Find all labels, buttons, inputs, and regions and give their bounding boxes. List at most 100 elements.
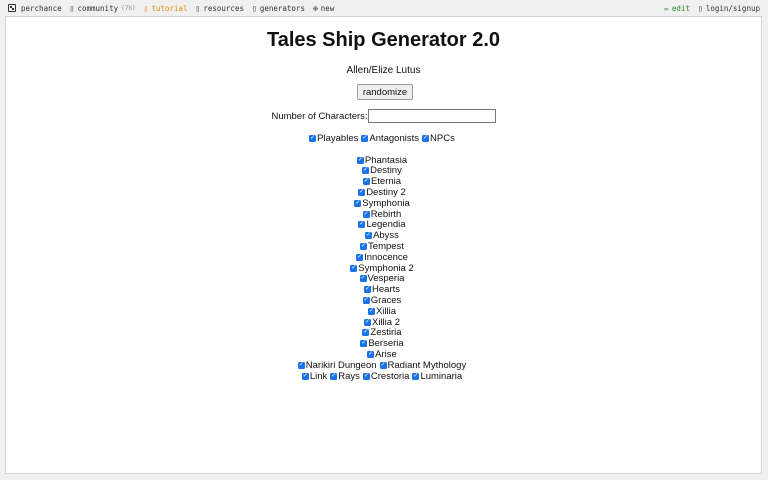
checkbox-berseria[interactable]: ✓ [360, 340, 368, 348]
checkbox-label: Link [309, 370, 328, 382]
checkbox-graces[interactable]: ✓ [362, 296, 370, 304]
game-option-crestoria[interactable]: ✓ Crestoria [362, 371, 413, 382]
game-option-luminaria[interactable]: ✓ Luminaria [412, 371, 465, 382]
checkbox-abyss[interactable]: ✓ [365, 232, 373, 240]
generator-panel: Tales Ship Generator 2.0 Allen/Elize Lut… [5, 16, 762, 474]
game-option-xillia[interactable]: ✓ Xillia [367, 305, 399, 317]
character-count-row: Number of Characters: [6, 109, 761, 123]
game-option-hearts[interactable]: ✓ Hearts [364, 284, 403, 295]
checkbox-label: Arise [375, 348, 397, 360]
game-option-vesperia[interactable]: ✓ Vesperia [359, 273, 408, 285]
game-option-legendia[interactable]: ✓ Legendia [358, 219, 408, 230]
checkbox-label: Symphonia [362, 197, 410, 209]
new-link[interactable]: ⊕ new [313, 4, 334, 13]
game-option-narikiri-dungeon[interactable]: ✓ Narikiri Dungeon [297, 359, 380, 371]
edit-link[interactable]: ✏ edit [664, 4, 690, 13]
checkbox-link[interactable]: ✓ [301, 372, 309, 380]
game-option-eternia[interactable]: ✓ Eternia [362, 176, 404, 188]
game-option-radiant-mythology[interactable]: ✓ Radiant Mythology [379, 360, 470, 371]
checkbox-xillia[interactable]: ✓ [367, 307, 375, 315]
game-option-destiny-2[interactable]: ✓ Destiny 2 [358, 187, 409, 198]
checkbox-arise[interactable]: ✓ [367, 350, 375, 358]
category-option-playables[interactable]: ✓ Playables [309, 133, 361, 144]
checkbox-zestiria[interactable]: ✓ [362, 329, 370, 337]
checkbox-symphonia[interactable]: ✓ [354, 199, 362, 207]
game-filter-row: ✓ Legendia [6, 219, 761, 230]
character-count-input[interactable] [367, 109, 496, 123]
game-filter-row: ✓ Abyss [6, 230, 761, 241]
category-option-npcs[interactable]: ✓ NPCs [422, 133, 458, 144]
checkbox-eternia[interactable]: ✓ [362, 178, 370, 186]
game-filter-row: ✓ Destiny 2 [6, 187, 761, 198]
community-link[interactable]: ▯ community (7h) [70, 4, 136, 13]
checkbox-label: Narikiri Dungeon [305, 359, 377, 371]
checkbox-label: Symphonia 2 [358, 262, 414, 274]
dice-logo-icon [8, 4, 16, 12]
checkbox-npcs[interactable]: ✓ [422, 135, 430, 142]
pencil-icon: ✏ [664, 3, 669, 13]
checkbox-playables[interactable]: ✓ [309, 135, 317, 142]
game-option-arise[interactable]: ✓ Arise [367, 349, 400, 360]
checkbox-luminaria[interactable]: ✓ [412, 372, 420, 380]
checkbox-rays[interactable]: ✓ [330, 372, 338, 380]
checkbox-label: Phantasia [364, 154, 408, 166]
randomize-button[interactable]: randomize [357, 84, 413, 100]
game-option-destiny[interactable]: ✓ Destiny [362, 165, 405, 176]
game-option-symphonia-2[interactable]: ✓ Symphonia 2 [350, 263, 416, 274]
game-filter-row: ✓ Link ✓ Rays ✓ Crestoria ✓ Luminaria [6, 371, 761, 382]
generators-icon: ▯ [251, 3, 257, 13]
checkbox-radiant-mythology[interactable]: ✓ [379, 361, 387, 369]
community-icon: ▯ [69, 3, 75, 13]
checkbox-label: Xillia [375, 305, 397, 317]
game-filter-row: ✓ Symphonia 2 [6, 263, 761, 274]
tutorial-link[interactable]: ▯ tutorial [144, 4, 188, 13]
checkbox-tempest[interactable]: ✓ [360, 242, 368, 250]
checkbox-label: Legendia [366, 219, 406, 231]
game-option-rebirth[interactable]: ✓ Rebirth [362, 208, 405, 220]
perchance-home-link[interactable]: perchance [8, 4, 62, 13]
checkbox-label: Destiny [370, 165, 402, 177]
game-option-innocence[interactable]: ✓ Innocence [356, 252, 411, 263]
checkbox-symphonia-2[interactable]: ✓ [350, 264, 358, 272]
checkbox-destiny[interactable]: ✓ [362, 167, 370, 175]
game-filter-row: ✓ Xillia 2 [6, 317, 761, 328]
checkbox-label: NPCs [430, 133, 455, 144]
category-option-antagonists[interactable]: ✓ Antagonists [361, 133, 422, 144]
game-filter-row: ✓ Graces [6, 295, 761, 306]
game-option-berseria[interactable]: ✓ Berseria [360, 338, 406, 349]
checkbox-rebirth[interactable]: ✓ [362, 210, 370, 218]
login-link[interactable]: ▯ login/signup [698, 4, 760, 13]
game-option-abyss[interactable]: ✓ Abyss [365, 230, 402, 241]
game-option-phantasia[interactable]: ✓ Phantasia [356, 154, 410, 166]
game-option-tempest[interactable]: ✓ Tempest [360, 241, 407, 252]
game-option-xillia-2[interactable]: ✓ Xillia 2 [364, 317, 403, 328]
checkbox-narikiri-dungeon[interactable]: ✓ [297, 361, 305, 369]
resources-icon: ▯ [195, 3, 201, 13]
checkbox-xillia-2[interactable]: ✓ [364, 318, 371, 326]
game-filter-row: ✓ Symphonia [6, 198, 761, 209]
generators-link[interactable]: ▯ generators [252, 4, 305, 13]
checkbox-phantasia[interactable]: ✓ [356, 156, 364, 164]
game-option-symphonia[interactable]: ✓ Symphonia [354, 198, 413, 209]
checkbox-hearts[interactable]: ✓ [364, 286, 371, 294]
login-label: login/signup [705, 3, 760, 13]
game-option-zestiria[interactable]: ✓ Zestiria [362, 327, 404, 338]
game-filter-row: ✓ Destiny [6, 165, 761, 176]
game-filter-row: ✓ Berseria [6, 338, 761, 349]
checkbox-legendia[interactable]: ✓ [358, 221, 366, 229]
checkbox-label: Eternia [370, 176, 402, 188]
plus-circle-icon: ⊕ [312, 3, 318, 13]
game-option-link[interactable]: ✓ Link [301, 370, 330, 382]
checkbox-label: Vesperia [367, 273, 405, 285]
generated-ship-result: Allen/Elize Lutus [346, 65, 421, 76]
checkbox-innocence[interactable]: ✓ [356, 253, 364, 261]
resources-link[interactable]: ▯ resources [196, 4, 244, 13]
checkbox-vesperia[interactable]: ✓ [359, 275, 367, 283]
tutorial-label: tutorial [151, 3, 188, 13]
checkbox-antagonists[interactable]: ✓ [361, 135, 369, 142]
checkbox-destiny-2[interactable]: ✓ [358, 188, 366, 196]
game-option-graces[interactable]: ✓ Graces [362, 295, 405, 306]
checkbox-crestoria[interactable]: ✓ [362, 372, 370, 380]
checkbox-label: Rebirth [370, 208, 402, 220]
game-option-rays[interactable]: ✓ Rays [330, 371, 363, 382]
